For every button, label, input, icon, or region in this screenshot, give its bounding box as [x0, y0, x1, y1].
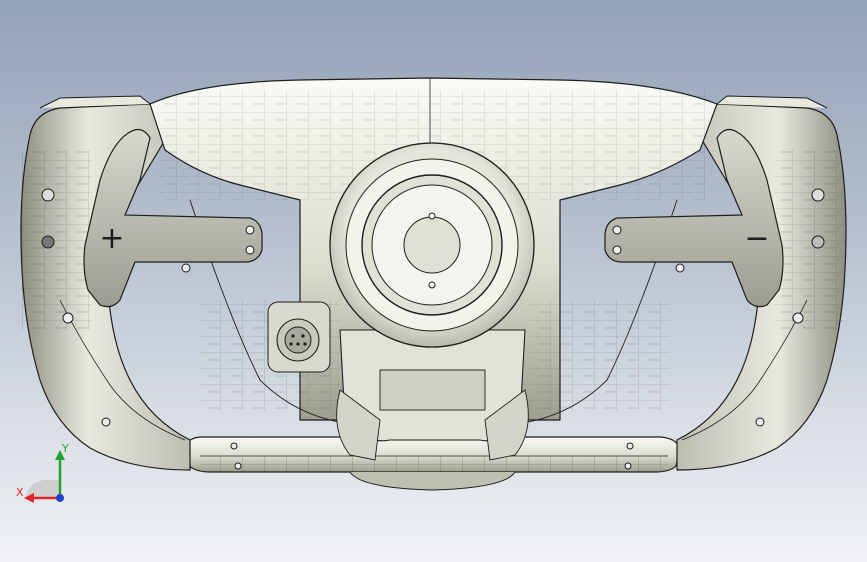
lower-center-block: [336, 329, 529, 461]
cad-viewport[interactable]: + − Y X: [0, 0, 867, 562]
center-hub[interactable]: [329, 142, 535, 348]
bottom-rim: [184, 436, 681, 491]
y-axis-label: Y: [61, 442, 69, 455]
plus-symbol: +: [99, 221, 124, 256]
connector-port: [267, 301, 331, 373]
coordinate-triad[interactable]: Y X: [14, 440, 84, 510]
z-axis-icon: [56, 494, 64, 502]
steering-wheel-model[interactable]: + −: [0, 0, 867, 562]
minus-symbol: −: [744, 221, 769, 256]
x-axis-label: X: [16, 486, 24, 499]
